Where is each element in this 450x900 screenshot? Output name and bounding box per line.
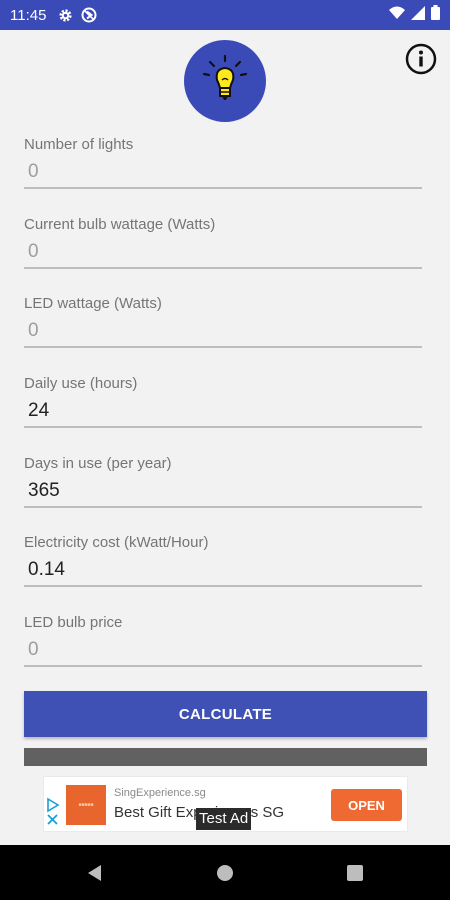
status-bar: 11:45 <box>0 0 450 30</box>
ad-advertiser: SingExperience.sg <box>114 787 206 799</box>
wifi-icon <box>389 6 405 25</box>
test-ad-label: Test Ad <box>196 808 252 830</box>
field-label: LED wattage (Watts) <box>24 295 162 312</box>
field-label: Current bulb wattage (Watts) <box>24 216 216 233</box>
lightbulb-icon <box>196 50 254 113</box>
days-in-use-input[interactable] <box>24 474 422 508</box>
gear-icon <box>58 8 73 23</box>
led-bulb-price-input[interactable] <box>24 633 422 667</box>
info-icon <box>405 43 437 79</box>
field-label: Electricity cost (kWatt/Hour) <box>24 534 209 551</box>
electricity-cost-input[interactable] <box>24 553 422 587</box>
navigation-bar <box>0 845 450 900</box>
result-bar <box>24 748 427 766</box>
field-label: Days in use (per year) <box>24 455 172 472</box>
ad-choices-icon <box>46 797 60 829</box>
field-current-bulb-wattage: Current bulb wattage (Watts) <box>24 215 422 269</box>
daily-use-input[interactable] <box>24 394 422 428</box>
home-icon[interactable] <box>214 862 236 884</box>
ad-choices[interactable] <box>46 797 60 830</box>
status-time: 11:45 <box>10 6 47 24</box>
ad-thumbnail-logo: ■■■■■ <box>78 802 94 808</box>
field-label: Daily use (hours) <box>24 375 138 392</box>
field-led-bulb-price: LED bulb price <box>24 613 422 667</box>
battery-icon <box>431 5 440 25</box>
field-label: LED bulb price <box>24 614 123 631</box>
current-bulb-wattage-input[interactable] <box>24 235 422 269</box>
field-label: Number of lights <box>24 136 134 153</box>
field-days-in-use: Days in use (per year) <box>24 454 422 508</box>
field-daily-use: Daily use (hours) <box>24 374 422 428</box>
ad-thumbnail[interactable]: ■■■■■ <box>66 785 106 825</box>
lightbulb-logo <box>184 40 266 122</box>
do-not-disturb-icon <box>81 7 97 23</box>
cellular-signal-icon <box>411 5 425 25</box>
back-icon[interactable] <box>84 862 106 884</box>
field-number-of-lights: Number of lights <box>24 135 422 189</box>
info-button[interactable] <box>405 43 437 75</box>
app-content: Number of lights Current bulb wattage (W… <box>0 30 450 845</box>
number-of-lights-input[interactable] <box>24 155 422 189</box>
field-led-wattage: LED wattage (Watts) <box>24 294 422 348</box>
field-electricity-cost: Electricity cost (kWatt/Hour) <box>24 533 422 587</box>
calculate-button[interactable]: CALCULATE <box>24 691 427 737</box>
ad-open-button[interactable]: OPEN <box>331 789 402 821</box>
recents-icon[interactable] <box>344 862 366 884</box>
led-wattage-input[interactable] <box>24 314 422 348</box>
